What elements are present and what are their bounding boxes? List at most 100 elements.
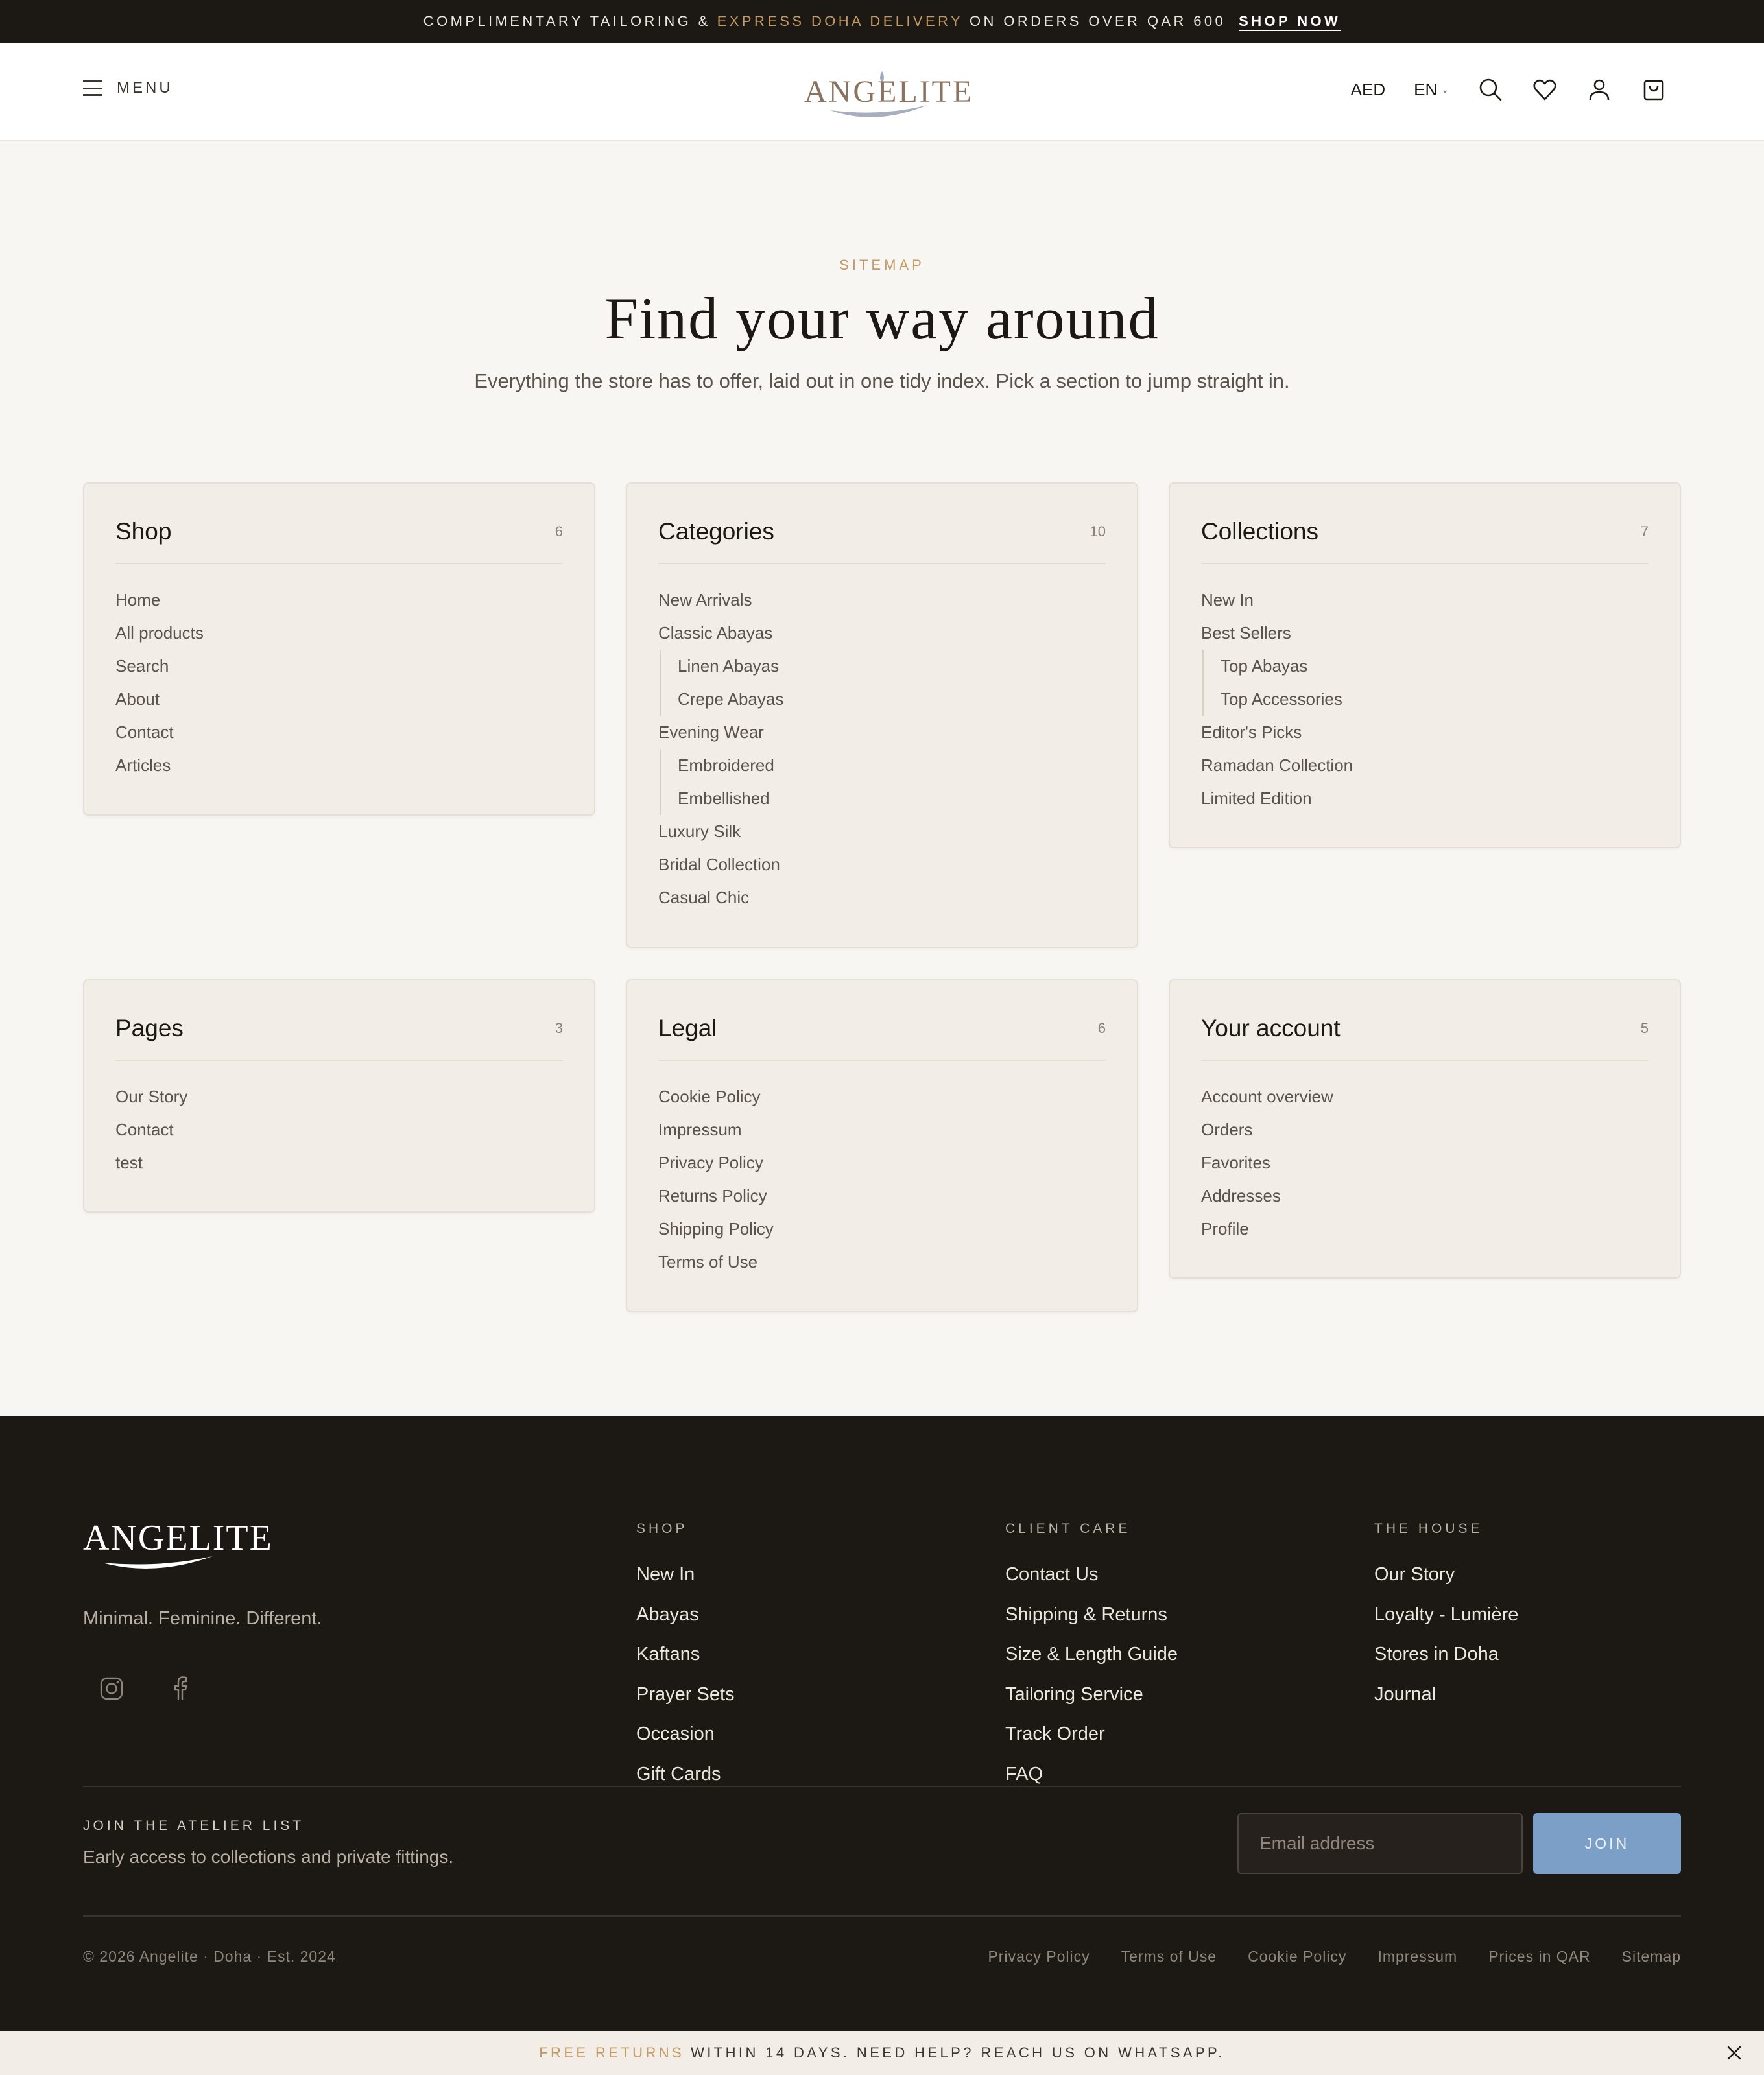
- sitemap-link[interactable]: Classic Abayas: [658, 617, 1106, 650]
- card-header: Legal 6: [658, 1014, 1106, 1061]
- footer-link[interactable]: Track Order: [1005, 1714, 1178, 1755]
- user-icon[interactable]: [1586, 77, 1612, 102]
- card-link-list: Cookie Policy Impressum Privacy Policy Retu…: [658, 1061, 1106, 1279]
- sitemap-link[interactable]: Bridal Collection: [658, 848, 1106, 881]
- sitemap-eyebrow: SITEMAP: [839, 257, 925, 273]
- footer-legal-link[interactable]: Sitemap: [1622, 1948, 1681, 1965]
- sitemap-link[interactable]: Shipping Policy: [658, 1213, 1106, 1246]
- footer-link[interactable]: Shipping & Returns: [1005, 1595, 1178, 1635]
- sitemap-sublink[interactable]: Crepe Abayas: [660, 683, 1106, 716]
- footer-link[interactable]: Our Story: [1374, 1555, 1518, 1595]
- sitemap-sublink[interactable]: Embellished: [660, 782, 1106, 815]
- sitemap-link[interactable]: Contact: [115, 716, 563, 749]
- search-icon[interactable]: [1477, 77, 1503, 102]
- footer-link[interactable]: Gift Cards: [636, 1755, 735, 1795]
- close-icon[interactable]: [1724, 2043, 1745, 2063]
- sitemap-link[interactable]: Favorites: [1201, 1146, 1649, 1180]
- sitemap-link[interactable]: About: [115, 683, 563, 716]
- sitemap-sublink[interactable]: Embroidered: [660, 749, 1106, 782]
- footer-link[interactable]: Occasion: [636, 1714, 735, 1755]
- language-selector[interactable]: EN ⌄: [1414, 80, 1449, 100]
- footer-legal-links: Privacy Policy Terms of Use Cookie Policy I…: [988, 1948, 1681, 1965]
- sitemap-link[interactable]: Cookie Policy: [658, 1080, 1106, 1113]
- footer-logo[interactable]: ANGELITE: [83, 1517, 272, 1576]
- site-footer: ANGELITE Minimal. Feminine. Different. S…: [0, 1416, 1764, 2031]
- sitemap-link[interactable]: All products: [115, 617, 563, 650]
- footer-link[interactable]: Journal: [1374, 1675, 1518, 1715]
- sitemap-link[interactable]: Ramadan Collection: [1201, 749, 1649, 782]
- card-title: Legal: [658, 1015, 717, 1041]
- sitemap-link[interactable]: Our Story: [115, 1080, 563, 1113]
- footer-link[interactable]: Loyalty - Lumière: [1374, 1595, 1518, 1635]
- footer-link[interactable]: Kaftans: [636, 1635, 735, 1675]
- sitemap-link[interactable]: Account overview: [1201, 1080, 1649, 1113]
- currency-selector[interactable]: AED: [1351, 80, 1385, 100]
- footer-divider: [83, 1786, 1681, 1787]
- facebook-icon[interactable]: [166, 1674, 195, 1703]
- bottom-notice-accent: FREE RETURNS: [539, 2045, 685, 2061]
- footer-link[interactable]: FAQ: [1005, 1755, 1178, 1795]
- logo-text: ANGELITE: [804, 75, 974, 109]
- menu-label: MENU: [117, 79, 173, 97]
- sitemap-link[interactable]: Evening Wear: [658, 716, 1106, 749]
- sitemap-link[interactable]: New Arrivals: [658, 584, 1106, 617]
- sitemap-link[interactable]: Best Sellers: [1201, 617, 1649, 650]
- footer-divider: [83, 1915, 1681, 1917]
- sitemap-link[interactable]: Addresses: [1201, 1180, 1649, 1213]
- heart-icon[interactable]: [1532, 77, 1558, 102]
- site-logo[interactable]: ANGELITE: [804, 65, 974, 123]
- sitemap-link[interactable]: test: [115, 1146, 563, 1180]
- sitemap-link[interactable]: Returns Policy: [658, 1180, 1106, 1213]
- social-links: [97, 1674, 195, 1703]
- sitemap-sublink[interactable]: Linen Abayas: [660, 650, 1106, 683]
- sitemap-sublink[interactable]: Top Abayas: [1202, 650, 1649, 683]
- sitemap-card-account: Your account 5 Account overview Orders Fav…: [1169, 979, 1681, 1279]
- instagram-icon[interactable]: [97, 1674, 126, 1703]
- sitemap-link[interactable]: Casual Chic: [658, 881, 1106, 914]
- menu-button[interactable]: MENU: [83, 79, 173, 97]
- shop-now-link[interactable]: SHOP NOW: [1239, 13, 1341, 30]
- footer-column-the-house: THE HOUSE Our Story Loyalty - Lumière Stor…: [1374, 1521, 1518, 1714]
- footer-link[interactable]: Stores in Doha: [1374, 1635, 1518, 1675]
- announcement-suffix: ON ORDERS OVER QAR 600: [970, 13, 1226, 29]
- footer-link[interactable]: New In: [636, 1555, 735, 1595]
- footer-link[interactable]: Tailoring Service: [1005, 1675, 1178, 1715]
- site-header: MENU ANGELITE AED EN ⌄: [0, 43, 1764, 141]
- footer-link-list: Our Story Loyalty - Lumière Stores in Doha…: [1374, 1555, 1518, 1714]
- join-button[interactable]: JOIN: [1533, 1813, 1681, 1874]
- sitemap-link[interactable]: Privacy Policy: [658, 1146, 1106, 1180]
- card-link-list: Our Story Contact test: [115, 1061, 563, 1180]
- sitemap-link[interactable]: Editor's Picks: [1201, 716, 1649, 749]
- sitemap-card-categories: Categories 10 New Arrivals Classic Abayas…: [626, 482, 1138, 948]
- sitemap-link[interactable]: Terms of Use: [658, 1246, 1106, 1279]
- announcement-accent: EXPRESS DOHA DELIVERY: [717, 13, 964, 29]
- footer-legal-link[interactable]: Cookie Policy: [1248, 1948, 1346, 1965]
- sitemap-sublink[interactable]: Top Accessories: [1202, 683, 1649, 716]
- sitemap-link[interactable]: Articles: [115, 749, 563, 782]
- footer-legal-link[interactable]: Impressum: [1377, 1948, 1457, 1965]
- sitemap-card-shop: Shop 6 Home All products Search About Contac…: [83, 482, 595, 816]
- page-title: Find your way around: [604, 285, 1160, 351]
- footer-link[interactable]: Prayer Sets: [636, 1675, 735, 1715]
- footer-legal-link[interactable]: Terms of Use: [1121, 1948, 1217, 1965]
- bag-icon[interactable]: [1641, 77, 1667, 102]
- footer-link[interactable]: Size & Length Guide: [1005, 1635, 1178, 1675]
- sitemap-link[interactable]: Luxury Silk: [658, 815, 1106, 848]
- sitemap-link[interactable]: New In: [1201, 584, 1649, 617]
- sitemap-link[interactable]: Limited Edition: [1201, 782, 1649, 815]
- card-count: 7: [1640, 523, 1649, 540]
- sitemap-link[interactable]: Search: [115, 650, 563, 683]
- sitemap-link[interactable]: Home: [115, 584, 563, 617]
- card-title: Pages: [115, 1015, 184, 1041]
- sitemap-link[interactable]: Orders: [1201, 1113, 1649, 1146]
- page-subtitle: Everything the store has to offer, laid …: [474, 370, 1290, 392]
- footer-link[interactable]: Abayas: [636, 1595, 735, 1635]
- footer-legal-link[interactable]: Privacy Policy: [988, 1948, 1090, 1965]
- newsletter-email-input[interactable]: [1237, 1813, 1523, 1874]
- footer-legal-link[interactable]: Prices in QAR: [1488, 1948, 1590, 1965]
- sitemap-link[interactable]: Contact: [115, 1113, 563, 1146]
- sitemap-link[interactable]: Profile: [1201, 1213, 1649, 1246]
- sitemap-link[interactable]: Impressum: [658, 1113, 1106, 1146]
- bottom-notice-text: WITHIN 14 DAYS. NEED HELP? REACH US ON W…: [691, 2045, 1225, 2061]
- footer-link[interactable]: Contact Us: [1005, 1555, 1178, 1595]
